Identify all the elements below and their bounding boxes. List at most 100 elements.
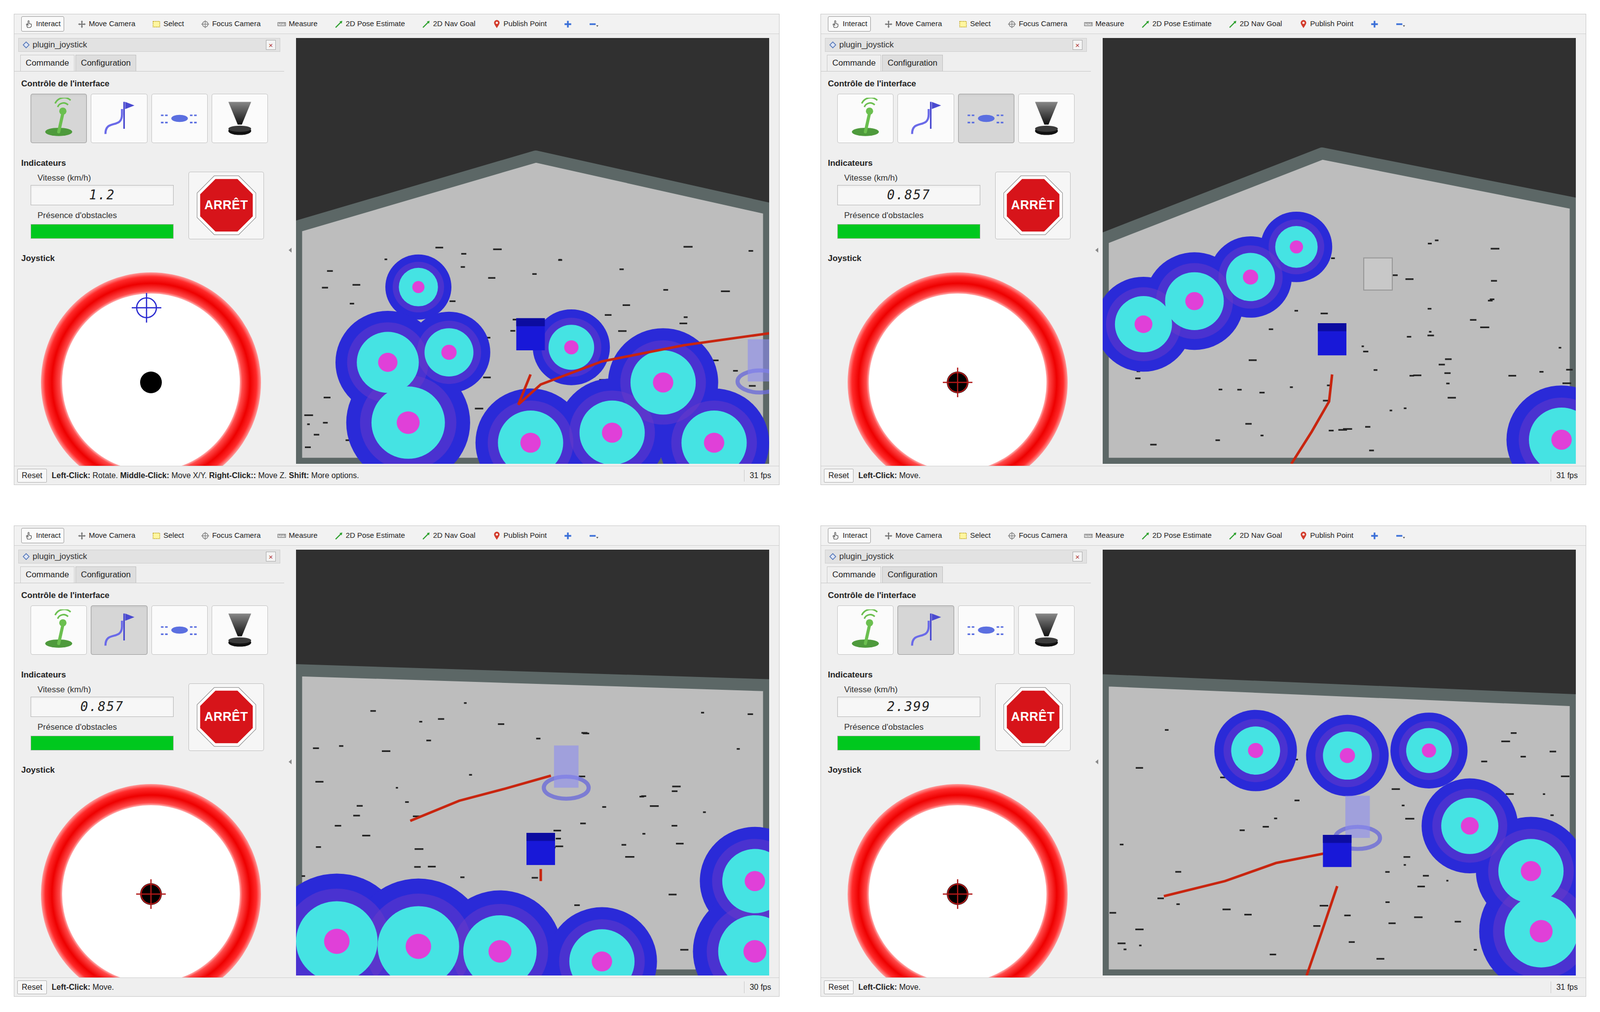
reset-button[interactable]: Reset bbox=[17, 980, 47, 995]
toolbar-tool[interactable]: Measure bbox=[1080, 16, 1128, 32]
toolbar-tool[interactable]: 2D Pose Estimate bbox=[1137, 527, 1216, 544]
mode-button[interactable] bbox=[211, 605, 268, 655]
toolbar-tool[interactable]: Select bbox=[148, 527, 188, 544]
toolbar-tool[interactable]: Publish Point bbox=[1295, 16, 1358, 32]
mode-button[interactable] bbox=[837, 93, 894, 144]
mode-button[interactable] bbox=[1018, 93, 1075, 144]
close-button[interactable]: × bbox=[265, 551, 276, 562]
toolbar-tool[interactable]: 2D Nav Goal bbox=[1225, 16, 1286, 32]
tool-label: 2D Pose Estimate bbox=[1152, 529, 1212, 542]
close-button[interactable]: × bbox=[1072, 39, 1083, 50]
joystick-area[interactable] bbox=[14, 779, 285, 978]
mode-button[interactable] bbox=[30, 93, 87, 144]
joystick-area[interactable] bbox=[14, 267, 285, 466]
tab[interactable]: Configuration bbox=[75, 54, 137, 72]
mode-button[interactable] bbox=[90, 605, 148, 655]
mode-button[interactable] bbox=[151, 93, 208, 144]
tab[interactable]: Configuration bbox=[75, 566, 137, 583]
toolbar-tool[interactable]: Focus Camera bbox=[197, 527, 264, 544]
toolbar-tool[interactable]: Publish Point bbox=[488, 16, 551, 32]
reset-button[interactable]: Reset bbox=[17, 468, 47, 483]
toolbar-tool[interactable] bbox=[1392, 529, 1410, 543]
mode-button[interactable] bbox=[897, 605, 954, 655]
mode-button[interactable] bbox=[958, 93, 1015, 144]
tab[interactable]: Configuration bbox=[882, 566, 943, 583]
splitter[interactable] bbox=[1090, 545, 1103, 978]
tool-label: Select bbox=[163, 529, 185, 542]
move-arrows-icon bbox=[884, 531, 894, 541]
toolbar-tool[interactable]: Measure bbox=[1080, 527, 1128, 544]
mode-button[interactable] bbox=[30, 605, 87, 655]
toolbar-tool[interactable]: Publish Point bbox=[488, 527, 551, 544]
joystick-dock: plugin_joystick×CommandeConfigurationCon… bbox=[14, 34, 285, 466]
stop-button[interactable]: ARRÊT bbox=[995, 683, 1071, 751]
mode-button[interactable] bbox=[958, 605, 1015, 655]
toolbar-tool[interactable]: Measure bbox=[273, 527, 321, 544]
toolbar-tool[interactable] bbox=[559, 17, 576, 31]
toolbar-tool[interactable]: 2D Pose Estimate bbox=[331, 16, 409, 32]
close-button[interactable]: × bbox=[265, 39, 276, 50]
toolbar-tool[interactable] bbox=[1366, 17, 1383, 31]
mode-button[interactable] bbox=[151, 605, 208, 655]
stop-button[interactable]: ARRÊT bbox=[995, 171, 1071, 240]
toolbar-tool[interactable]: Publish Point bbox=[1295, 527, 1358, 544]
toolbar-tool[interactable]: Focus Camera bbox=[1004, 16, 1071, 32]
mode-button[interactable] bbox=[90, 93, 148, 144]
indicators: Vitesse (km/h)1.2Présence d'obstaclesARR… bbox=[14, 171, 285, 240]
toolbar-tool[interactable] bbox=[585, 17, 603, 31]
reset-button[interactable]: Reset bbox=[823, 468, 854, 483]
tab[interactable]: Commande bbox=[826, 54, 882, 72]
toolbar-tool[interactable]: Focus Camera bbox=[1004, 527, 1071, 544]
toolbar-tool[interactable]: Move Camera bbox=[880, 527, 946, 544]
close-button[interactable]: × bbox=[1072, 551, 1083, 562]
toolbar-tool[interactable]: Interact bbox=[827, 16, 871, 32]
3d-view[interactable] bbox=[296, 549, 770, 976]
toolbar-tool[interactable]: Focus Camera bbox=[197, 16, 264, 32]
toolbar-tool[interactable]: 2D Nav Goal bbox=[418, 527, 480, 544]
hand-icon bbox=[831, 19, 841, 29]
mode-button[interactable] bbox=[897, 93, 954, 144]
toolbar-tool[interactable]: Measure bbox=[273, 16, 321, 32]
tab[interactable]: Commande bbox=[20, 566, 75, 583]
joystick-area[interactable] bbox=[820, 779, 1091, 978]
tab[interactable]: Commande bbox=[826, 566, 882, 583]
3d-view[interactable] bbox=[296, 37, 770, 464]
toolbar-tool[interactable]: Move Camera bbox=[74, 16, 139, 32]
toolbar-tool[interactable]: Interact bbox=[21, 16, 65, 32]
obstacle-bar bbox=[30, 735, 174, 751]
toolbar-tool[interactable]: Select bbox=[955, 16, 995, 32]
toolbar-tool[interactable]: Interact bbox=[21, 527, 65, 544]
toolbar-tool[interactable]: Select bbox=[148, 16, 188, 32]
select-box-icon bbox=[958, 19, 968, 29]
joystick-area[interactable] bbox=[820, 267, 1091, 466]
toolbar-tool[interactable]: Select bbox=[955, 527, 995, 544]
splitter[interactable] bbox=[1090, 34, 1103, 466]
splitter[interactable] bbox=[284, 545, 297, 978]
stop-button[interactable]: ARRÊT bbox=[188, 171, 264, 240]
toolbar-tool[interactable]: 2D Pose Estimate bbox=[331, 527, 409, 544]
tab[interactable]: Commande bbox=[20, 54, 75, 72]
toolbar-tool[interactable] bbox=[1392, 17, 1410, 31]
mode-button[interactable] bbox=[211, 93, 268, 144]
toolbar-tool[interactable]: Interact bbox=[827, 527, 871, 544]
status-bar: ResetLeft-Click: Move.30 fps bbox=[14, 977, 780, 997]
toolbar-tool[interactable]: Move Camera bbox=[880, 16, 946, 32]
toolbar-tool[interactable]: 2D Pose Estimate bbox=[1137, 16, 1216, 32]
splitter-arrow-icon bbox=[288, 759, 293, 765]
main-area: plugin_joystick×CommandeConfigurationCon… bbox=[820, 34, 1586, 466]
tool-label: Focus Camera bbox=[212, 18, 261, 30]
toolbar-tool[interactable] bbox=[1366, 529, 1383, 543]
toolbar-tool[interactable]: 2D Nav Goal bbox=[1225, 527, 1286, 544]
mode-button[interactable] bbox=[837, 605, 894, 655]
3d-view[interactable] bbox=[1102, 549, 1576, 976]
toolbar-tool[interactable] bbox=[585, 529, 603, 543]
toolbar-tool[interactable] bbox=[559, 529, 576, 543]
mode-button[interactable] bbox=[1018, 605, 1075, 655]
toolbar-tool[interactable]: Move Camera bbox=[74, 527, 139, 544]
splitter[interactable] bbox=[284, 34, 297, 466]
stop-button[interactable]: ARRÊT bbox=[188, 683, 264, 751]
reset-button[interactable]: Reset bbox=[823, 980, 854, 995]
3d-view[interactable] bbox=[1102, 37, 1576, 464]
toolbar-tool[interactable]: 2D Nav Goal bbox=[418, 16, 480, 32]
tab[interactable]: Configuration bbox=[882, 54, 943, 72]
